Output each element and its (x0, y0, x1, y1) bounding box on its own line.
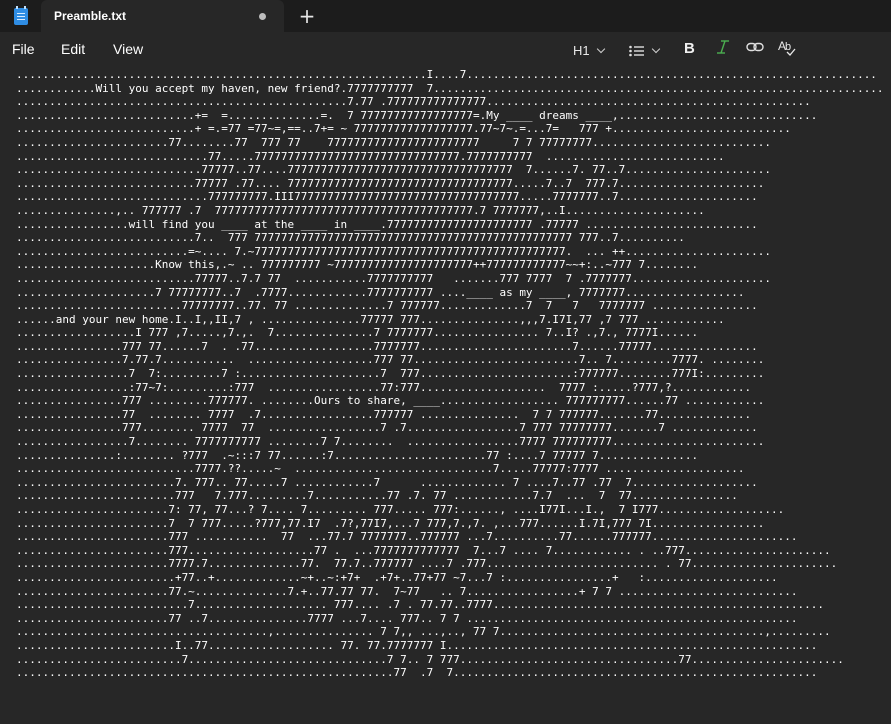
menu-bar: File Edit View H1 B A b (0, 32, 891, 66)
menu-edit[interactable]: Edit (61, 41, 85, 57)
tab-preamble[interactable]: Preamble.txt (41, 0, 284, 32)
bold-button[interactable]: B (683, 38, 697, 58)
italic-button[interactable] (716, 38, 730, 58)
menu-file[interactable]: File (12, 41, 35, 57)
bold-icon: B (684, 40, 695, 57)
spellcheck-button[interactable]: A b (778, 38, 796, 58)
italic-icon (717, 40, 729, 54)
document-text: ........................................… (16, 68, 884, 680)
link-button[interactable] (746, 39, 764, 59)
heading-label: H1 (573, 43, 590, 58)
heading-dropdown[interactable]: H1 (573, 40, 605, 60)
chevron-down-icon (596, 44, 605, 54)
link-icon (746, 42, 764, 52)
text-editor[interactable]: ........................................… (0, 66, 891, 724)
title-bar: Preamble.txt + (0, 0, 891, 32)
tab-title: Preamble.txt (54, 9, 127, 23)
close-dot-icon[interactable] (259, 13, 266, 20)
svg-text:b: b (785, 41, 791, 53)
spellcheck-icon: A b (778, 39, 796, 56)
list-dropdown[interactable] (629, 40, 661, 60)
menu-view[interactable]: View (113, 41, 143, 57)
svg-text:B: B (684, 40, 695, 56)
notepad-icon (14, 6, 28, 25)
plus-icon[interactable]: + (298, 6, 316, 26)
chevron-down-icon (651, 44, 661, 54)
list-icon (629, 45, 644, 56)
